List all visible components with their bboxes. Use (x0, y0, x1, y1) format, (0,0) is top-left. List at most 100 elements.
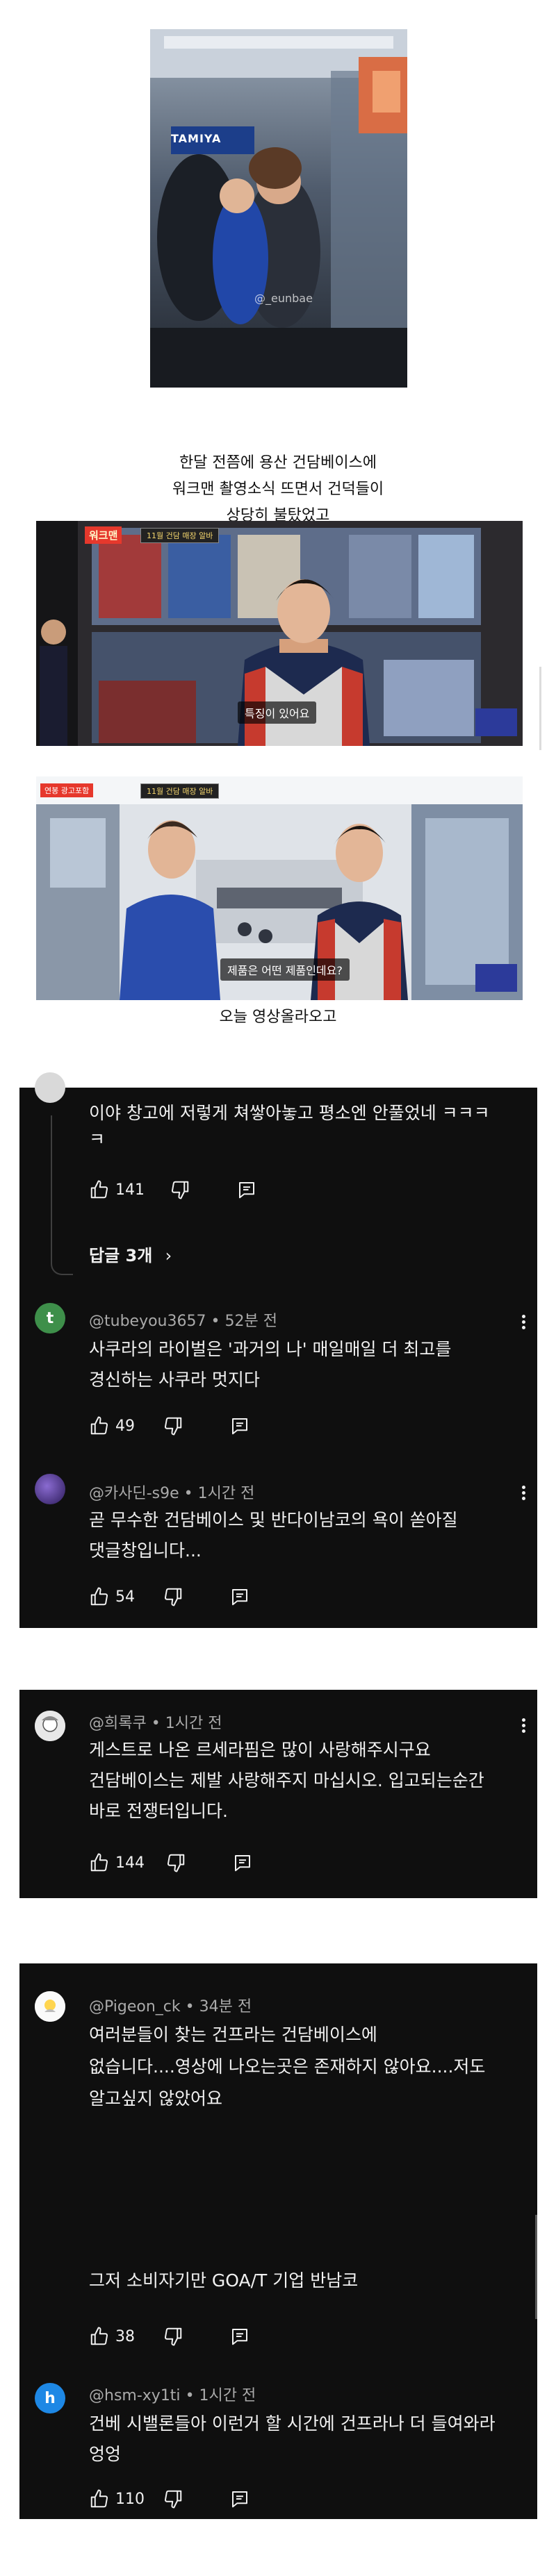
dislike-icon[interactable] (163, 1586, 183, 1607)
reply-icon[interactable] (229, 2488, 250, 2509)
comments-screenshot-3: @Pigeon_ck • 34분 전 여러분들이 찾는 건프라는 건담베이스에 … (19, 1963, 537, 2519)
reply-icon[interactable] (229, 1586, 250, 1607)
thread-line (51, 1115, 73, 1275)
reply-icon[interactable] (229, 1415, 250, 1436)
like-icon[interactable] (89, 2326, 110, 2347)
photo-store-crowd: TAMIYA @_eunbae (150, 29, 407, 388)
comment-separator: • (185, 1998, 199, 2016)
replies-label: 답글 3개 (89, 1246, 153, 1265)
comment-text: 이야 창고에 저렇게 쳐쌓아놓고 평소엔 안풀었네 ㅋㅋㅋ (89, 1103, 490, 1123)
avatar-art (35, 1711, 65, 1741)
comment-text: 곧 무수한 건담베이스 및 반다이남코의 욕이 쏟아질 (89, 1510, 458, 1530)
like-icon[interactable] (89, 1415, 110, 1436)
video-capture-1: 워크맨 11월 건담 매장 알바 특징이 있어요 (36, 521, 523, 746)
video-logo: 워크맨 (85, 526, 122, 544)
comment-text: 건베 시밸론들아 이런거 할 시간에 건프라나 더 들여와라 (89, 2413, 496, 2434)
caption-line-2: 워크맨 촬영소식 뜨면서 건덕들이 (172, 481, 384, 498)
comment-text: 없습니다....영상에 나오는곳은 존재하지 않아요....저도 (89, 2056, 486, 2077)
comment-time: 1시간 전 (165, 1715, 222, 1732)
comment-header: @hsm-xy1ti • 1시간 전 (89, 2383, 256, 2405)
more-options-icon[interactable] (522, 1716, 526, 1735)
avatar[interactable]: t (35, 1303, 65, 1333)
comments-screenshot-2: @희록쿠 • 1시간 전 게스트로 나온 르세라핌은 많이 사랑해주시구요 건담… (19, 1690, 537, 1898)
like-count: 38 (115, 2327, 135, 2345)
comment-author[interactable]: @Pigeon_ck (89, 1998, 181, 2016)
avatar[interactable] (35, 1991, 65, 2022)
comment-actions: 144 (89, 1851, 253, 1875)
dislike-icon[interactable] (163, 2326, 183, 2347)
more-options-icon[interactable] (522, 1313, 526, 1331)
avatar[interactable]: h (35, 2383, 65, 2413)
like-count: 141 (115, 1181, 145, 1199)
like-icon[interactable] (89, 1586, 110, 1607)
video-banner: 11월 건담 매장 알바 (140, 528, 220, 543)
like-icon[interactable] (89, 1179, 110, 1200)
comment-text: 엉엉 (89, 2444, 122, 2464)
comment-text: 게스트로 나온 르세라핌은 많이 사랑해주시구요 (89, 1740, 431, 1760)
like-count: 144 (115, 1854, 145, 1872)
comment-text: 사쿠라의 라이벌은 '과거의 나' 매일매일 더 최고를 (89, 1339, 452, 1359)
comment-actions: 54 (89, 1585, 250, 1609)
tamiya-sign: TAMIYA (171, 132, 222, 145)
like-count: 110 (115, 2490, 145, 2508)
reply-icon[interactable] (232, 1852, 253, 1873)
dislike-icon[interactable] (170, 1179, 190, 1200)
scrollbar[interactable] (539, 667, 541, 750)
dislike-icon[interactable] (165, 1852, 186, 1873)
comment-author[interactable]: @tubeyou3657 (89, 1313, 206, 1330)
video-subtitle: 특징이 있어요 (238, 701, 317, 724)
replies-toggle[interactable]: 답글 3개 › (89, 1242, 172, 1266)
dislike-icon[interactable] (163, 2488, 183, 2509)
comment-time: 34분 전 (199, 1998, 252, 2016)
comments-screenshot-1: 이야 창고에 저렇게 쳐쌓아놓고 평소엔 안풀었네 ㅋㅋㅋ ㅋ 141 답글 3… (19, 1072, 537, 1628)
avatar[interactable] (35, 1474, 65, 1504)
caption-bottom: 오늘 영상올라오고 (219, 1008, 337, 1026)
comment-text: 그저 소비자기만 GOA/T 기업 반남코 (89, 2270, 359, 2291)
like-count: 54 (115, 1588, 135, 1606)
comment-author[interactable]: @hsm-xy1ti (89, 2387, 181, 2404)
caption-line-1: 한달 전쯤에 용산 건담베이스에 (179, 454, 377, 472)
comment-text: 알고싶지 않았어요 (89, 2088, 222, 2109)
more-options-icon[interactable] (522, 1484, 526, 1502)
comment-time: 1시간 전 (199, 2387, 256, 2404)
comment-author[interactable]: @카사딘-s9e (89, 1485, 179, 1502)
video-banner: 11월 건담 매장 알바 (140, 783, 220, 799)
video-logo: 연봉 광고포함 (40, 783, 94, 797)
comment-separator: • (185, 2387, 199, 2404)
comment-text: 경신하는 사쿠라 멋지다 (89, 1370, 260, 1390)
like-icon[interactable] (89, 1852, 110, 1873)
comment-separator: • (183, 1485, 198, 1502)
comment-author[interactable]: @희록쿠 (89, 1715, 147, 1732)
scrollbar[interactable] (535, 2215, 537, 2319)
comment-text: 바로 전쟁터입니다. (89, 1801, 228, 1821)
comment-actions: 38 (89, 2325, 250, 2348)
reply-icon[interactable] (236, 1179, 257, 1200)
avatar[interactable] (35, 1711, 65, 1741)
like-icon[interactable] (89, 2488, 110, 2509)
comment-time: 52분 전 (224, 1313, 277, 1330)
comment-text: 여러분들이 찾는 건프라는 건담베이스에 (89, 2025, 377, 2045)
avatar[interactable] (35, 1072, 65, 1103)
comment-actions: 49 (89, 1414, 250, 1438)
comment-text: ㅋ (89, 1129, 106, 1149)
comment-actions: 141 (89, 1178, 257, 1202)
comment-header: @Pigeon_ck • 34분 전 (89, 1994, 252, 2016)
comment-text: 건담베이스는 제발 사랑해주지 마십시오. 입고되는순간 (89, 1770, 484, 1790)
video-capture-2: 연봉 광고포함 11월 건담 매장 알바 제품은 어떤 제품인데요? (36, 776, 523, 1000)
comment-time: 1시간 전 (197, 1485, 255, 1502)
comment-separator: • (211, 1313, 225, 1330)
dislike-icon[interactable] (163, 1415, 183, 1436)
photo-store-crowd-art (150, 29, 407, 388)
comment-header: @카사딘-s9e • 1시간 전 (89, 1481, 254, 1503)
comment-header: @tubeyou3657 • 52분 전 (89, 1308, 277, 1331)
reply-icon[interactable] (229, 2326, 250, 2347)
comment-actions: 110 (89, 2487, 250, 2511)
comment-text: 댓글창입니다... (89, 1540, 202, 1561)
like-count: 49 (115, 1417, 135, 1435)
avatar-art (35, 1991, 65, 2022)
photo-watermark: @_eunbae (254, 292, 313, 305)
chevron-right-icon: › (165, 1246, 172, 1265)
comment-separator: • (151, 1715, 165, 1732)
comment-header: @희록쿠 • 1시간 전 (89, 1711, 222, 1733)
video-subtitle: 제품은 어떤 제품인데요? (220, 958, 350, 981)
